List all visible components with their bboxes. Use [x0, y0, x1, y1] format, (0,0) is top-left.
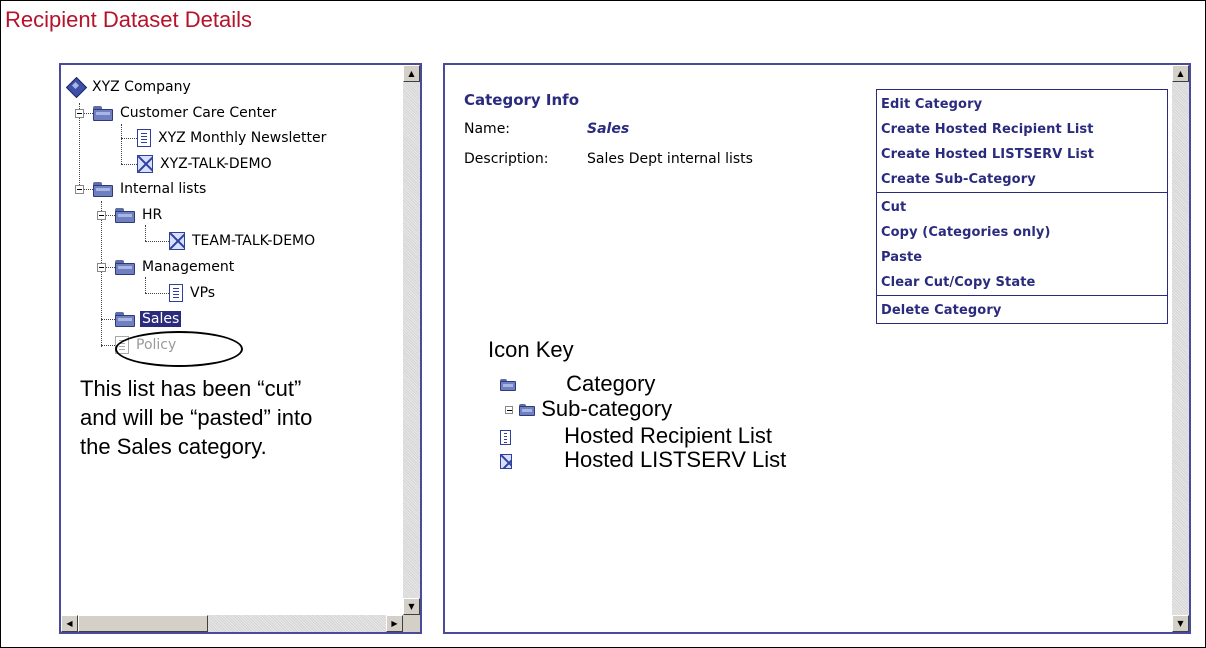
cut-link[interactable]: Cut	[877, 195, 1167, 220]
icon-key-hosted-listserv: Hosted LISTSERV List	[500, 449, 786, 471]
scroll-right-arrow-icon[interactable]: ▶	[386, 615, 403, 632]
scroll-left-arrow-icon[interactable]: ◀	[61, 615, 78, 632]
scroll-thumb[interactable]	[78, 615, 208, 632]
icon-key-title: Icon Key	[488, 337, 574, 362]
document-icon	[169, 284, 183, 302]
company-icon	[67, 78, 85, 96]
tree-item-sales[interactable]: Sales	[115, 309, 182, 329]
folder-icon	[93, 105, 113, 121]
tree-vertical-scrollbar[interactable]: ▲ ▼	[403, 65, 420, 615]
listserv-icon	[137, 155, 153, 173]
document-icon	[500, 429, 511, 445]
collapse-toggle-icon[interactable]	[75, 185, 84, 194]
category-info-heading: Category Info	[464, 91, 580, 109]
cut-annotation: This list has been “cut” and will be “pa…	[80, 376, 313, 459]
category-description-value: Sales Dept internal lists	[587, 151, 753, 167]
folder-icon	[115, 311, 135, 327]
tree-horizontal-scrollbar[interactable]: ◀ ▶	[61, 615, 403, 632]
clear-cut-copy-link[interactable]: Clear Cut/Copy State	[877, 270, 1167, 295]
category-name-value: Sales	[587, 121, 630, 137]
detail-vertical-scrollbar[interactable]: ▲ ▼	[1172, 65, 1189, 632]
listserv-icon	[169, 232, 185, 250]
folder-icon	[93, 181, 113, 197]
folder-icon	[115, 207, 135, 223]
tree-item-management[interactable]: Management	[115, 257, 236, 277]
scroll-up-arrow-icon[interactable]: ▲	[403, 65, 420, 82]
tree-item-hr[interactable]: HR	[115, 205, 164, 225]
collapse-toggle-icon[interactable]	[97, 263, 106, 272]
document-icon	[137, 129, 151, 147]
collapse-toggle-icon	[505, 406, 513, 415]
page-title: Recipient Dataset Details	[5, 7, 253, 32]
delete-category-link[interactable]: Delete Category	[877, 298, 1167, 323]
category-actions-menu: Edit Category Create Hosted Recipient Li…	[876, 89, 1168, 324]
scroll-down-arrow-icon[interactable]: ▼	[1172, 615, 1189, 632]
icon-key-sub-category: Sub-category	[505, 398, 672, 420]
icon-key-category: Category	[500, 373, 655, 395]
paste-link[interactable]: Paste	[877, 245, 1167, 270]
create-hosted-recipient-list-link[interactable]: Create Hosted Recipient List	[877, 117, 1167, 142]
icon-key-hosted-recipient: Hosted Recipient List	[500, 425, 772, 447]
edit-category-link[interactable]: Edit Category	[877, 92, 1167, 117]
listserv-icon	[500, 453, 512, 469]
tree-item-xyz-company[interactable]: XYZ Company	[67, 77, 193, 97]
category-description-label: Description:	[464, 151, 549, 167]
cut-highlight-ellipse	[115, 331, 243, 367]
tree-item-team-talk-demo[interactable]: TEAM-TALK-DEMO	[169, 231, 317, 251]
scroll-up-arrow-icon[interactable]: ▲	[1172, 65, 1189, 82]
collapse-toggle-icon[interactable]	[97, 211, 106, 220]
folder-icon	[115, 259, 135, 275]
create-sub-category-link[interactable]: Create Sub-Category	[877, 167, 1167, 192]
scroll-down-arrow-icon[interactable]: ▼	[403, 598, 420, 615]
collapse-toggle-icon[interactable]	[75, 109, 84, 118]
folder-icon	[500, 379, 516, 392]
tree-item-vps[interactable]: VPs	[169, 283, 217, 303]
tree-item-xyz-talk-demo[interactable]: XYZ-TALK-DEMO	[137, 154, 274, 174]
tree-item-customer-care-center[interactable]: Customer Care Center	[93, 103, 278, 123]
category-name-label: Name:	[464, 121, 511, 137]
folder-icon	[519, 404, 536, 417]
tree-item-internal-lists[interactable]: Internal lists	[93, 179, 208, 199]
copy-link[interactable]: Copy (Categories only)	[877, 220, 1167, 245]
create-hosted-listserv-list-link[interactable]: Create Hosted LISTSERV List	[877, 142, 1167, 167]
tree-item-xyz-monthly-newsletter[interactable]: XYZ Monthly Newsletter	[137, 128, 328, 148]
